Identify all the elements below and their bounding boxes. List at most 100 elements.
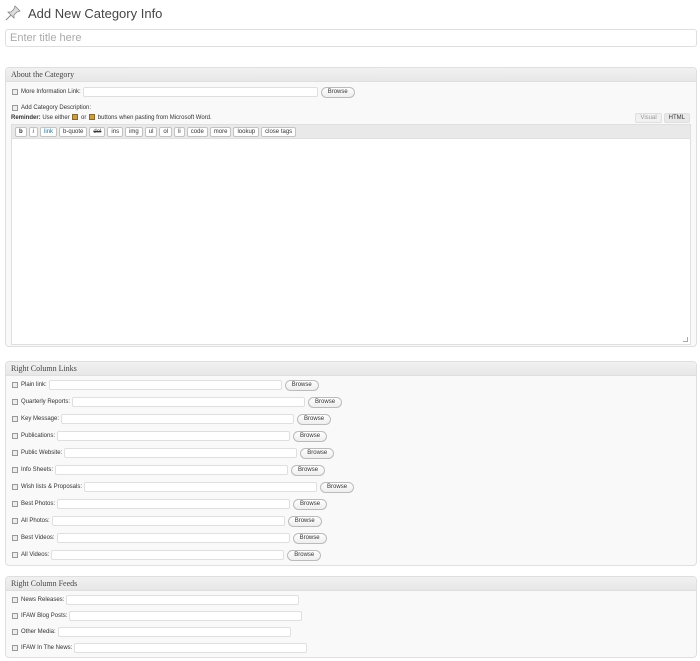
link-browse-button[interactable]: Browse	[293, 498, 328, 510]
feed-label: IFAW In The News:	[21, 645, 73, 651]
link-checkbox[interactable]	[12, 433, 18, 439]
feed-input[interactable]	[66, 595, 300, 605]
feed-checkbox[interactable]	[12, 613, 18, 619]
link-browse-button[interactable]: Browse	[308, 396, 343, 408]
link-checkbox[interactable]	[12, 552, 18, 558]
feed-row: IFAW Blog Posts:	[12, 610, 303, 622]
link-label: Public Website:	[21, 450, 63, 456]
feed-checkbox[interactable]	[12, 597, 18, 603]
resize-handle-icon[interactable]	[683, 337, 688, 342]
link-input[interactable]	[51, 550, 285, 560]
right-column-links-box: Right Column Links Plain link: Browse Qu…	[5, 361, 697, 566]
qt-li-button[interactable]: li	[174, 126, 185, 137]
link-checkbox[interactable]	[12, 535, 18, 541]
description-label: Add Category Description:	[21, 105, 92, 111]
right-column-feeds-box: Right Column Feeds News Releases: IFAW B…	[5, 576, 697, 658]
link-label: Wish lists & Proposals:	[21, 484, 83, 490]
link-browse-button[interactable]: Browse	[287, 549, 322, 561]
description-editor[interactable]: b i link b-quote del ins img ul ol li co…	[11, 124, 691, 345]
link-input[interactable]	[55, 465, 289, 475]
link-input[interactable]	[84, 482, 318, 492]
link-checkbox[interactable]	[12, 416, 18, 422]
more-info-browse-button[interactable]: Browse	[320, 86, 355, 98]
link-checkbox[interactable]	[12, 484, 18, 490]
more-info-input[interactable]	[82, 87, 318, 97]
pushpin-icon	[5, 5, 21, 21]
title-input[interactable]: Enter title here	[5, 29, 697, 47]
link-label: Info Sheets:	[21, 467, 54, 473]
link-row: Plain link: Browse	[12, 379, 319, 391]
link-input[interactable]	[57, 431, 291, 441]
link-label: Quarterly Reports:	[21, 399, 71, 405]
feed-input[interactable]	[74, 643, 308, 653]
link-row: Best Videos: Browse	[12, 532, 327, 544]
link-browse-button[interactable]: Browse	[287, 515, 322, 527]
link-label: All Videos:	[21, 552, 50, 558]
right-column-links-heading: Right Column Links	[6, 362, 696, 376]
qt-link-button[interactable]: link	[40, 126, 58, 137]
qt-close-tags-button[interactable]: close tags	[261, 126, 297, 137]
page-header: Add New Category Info	[4, 2, 162, 24]
more-info-checkbox[interactable]	[12, 89, 18, 95]
link-checkbox[interactable]	[12, 467, 18, 473]
link-browse-button[interactable]: Browse	[300, 447, 335, 459]
qt-del-button[interactable]: del	[89, 126, 106, 137]
link-input[interactable]	[57, 499, 291, 509]
feed-label: Other Media:	[21, 629, 56, 635]
qt-bold-button[interactable]: b	[15, 126, 27, 137]
feed-checkbox[interactable]	[12, 645, 18, 651]
qt-lookup-button[interactable]: lookup	[233, 126, 260, 137]
feed-input[interactable]	[57, 627, 291, 637]
link-checkbox[interactable]	[12, 382, 18, 388]
qt-italic-button[interactable]: i	[28, 126, 39, 137]
link-label: All Photos:	[21, 518, 50, 524]
reminder-text: Reminder: Use either or buttons when pas…	[11, 114, 212, 121]
link-browse-button[interactable]: Browse	[291, 464, 326, 476]
link-row: Publications: Browse	[12, 430, 328, 442]
about-category-heading: About the Category	[6, 68, 696, 82]
feed-row: IFAW In The News:	[12, 642, 308, 654]
qt-more-button[interactable]: more	[209, 126, 232, 137]
right-column-feeds-heading: Right Column Feeds	[6, 577, 696, 591]
link-input[interactable]	[61, 414, 295, 424]
link-input[interactable]	[48, 380, 282, 390]
qt-code-button[interactable]: code	[186, 126, 208, 137]
feed-row: Other Media:	[12, 626, 291, 638]
description-checkbox[interactable]	[12, 105, 18, 111]
paste-text-icon	[72, 114, 79, 120]
link-row: Quarterly Reports: Browse	[12, 396, 343, 408]
link-input[interactable]	[51, 516, 285, 526]
more-info-row: More Information Link: Browse	[12, 86, 355, 98]
reminder-bold: Reminder:	[11, 115, 41, 121]
qt-ul-button[interactable]: ul	[144, 126, 158, 137]
editor-tabs: Visual HTML	[635, 113, 690, 123]
link-checkbox[interactable]	[12, 399, 18, 405]
qt-blockquote-button[interactable]: b-quote	[59, 126, 88, 137]
about-category-box: About the Category More Information Link…	[5, 67, 697, 347]
tab-visual[interactable]: Visual	[635, 113, 662, 123]
page-title: Add New Category Info	[28, 5, 163, 21]
link-input[interactable]	[56, 533, 290, 543]
link-row: Best Photos: Browse	[12, 498, 328, 510]
qt-ol-button[interactable]: ol	[159, 126, 173, 137]
more-info-label: More Information Link:	[21, 89, 81, 95]
link-checkbox[interactable]	[12, 501, 18, 507]
tab-html[interactable]: HTML	[663, 113, 690, 123]
quicktags-toolbar: b i link b-quote del ins img ul ol li co…	[12, 125, 690, 139]
reminder-or: or	[81, 115, 87, 121]
link-checkbox[interactable]	[12, 518, 18, 524]
link-browse-button[interactable]: Browse	[284, 379, 319, 391]
feed-checkbox[interactable]	[12, 629, 18, 635]
link-browse-button[interactable]: Browse	[297, 413, 332, 425]
link-browse-button[interactable]: Browse	[320, 481, 355, 493]
link-checkbox[interactable]	[12, 450, 18, 456]
link-row: All Photos: Browse	[12, 515, 322, 527]
link-input[interactable]	[64, 448, 298, 458]
qt-ins-button[interactable]: ins	[107, 126, 124, 137]
link-browse-button[interactable]: Browse	[292, 532, 327, 544]
link-browse-button[interactable]: Browse	[293, 430, 328, 442]
link-input[interactable]	[72, 397, 306, 407]
qt-img-button[interactable]: img	[125, 126, 143, 137]
reminder-part2: buttons when pasting from Microsoft Word…	[97, 115, 212, 121]
feed-input[interactable]	[69, 611, 303, 621]
